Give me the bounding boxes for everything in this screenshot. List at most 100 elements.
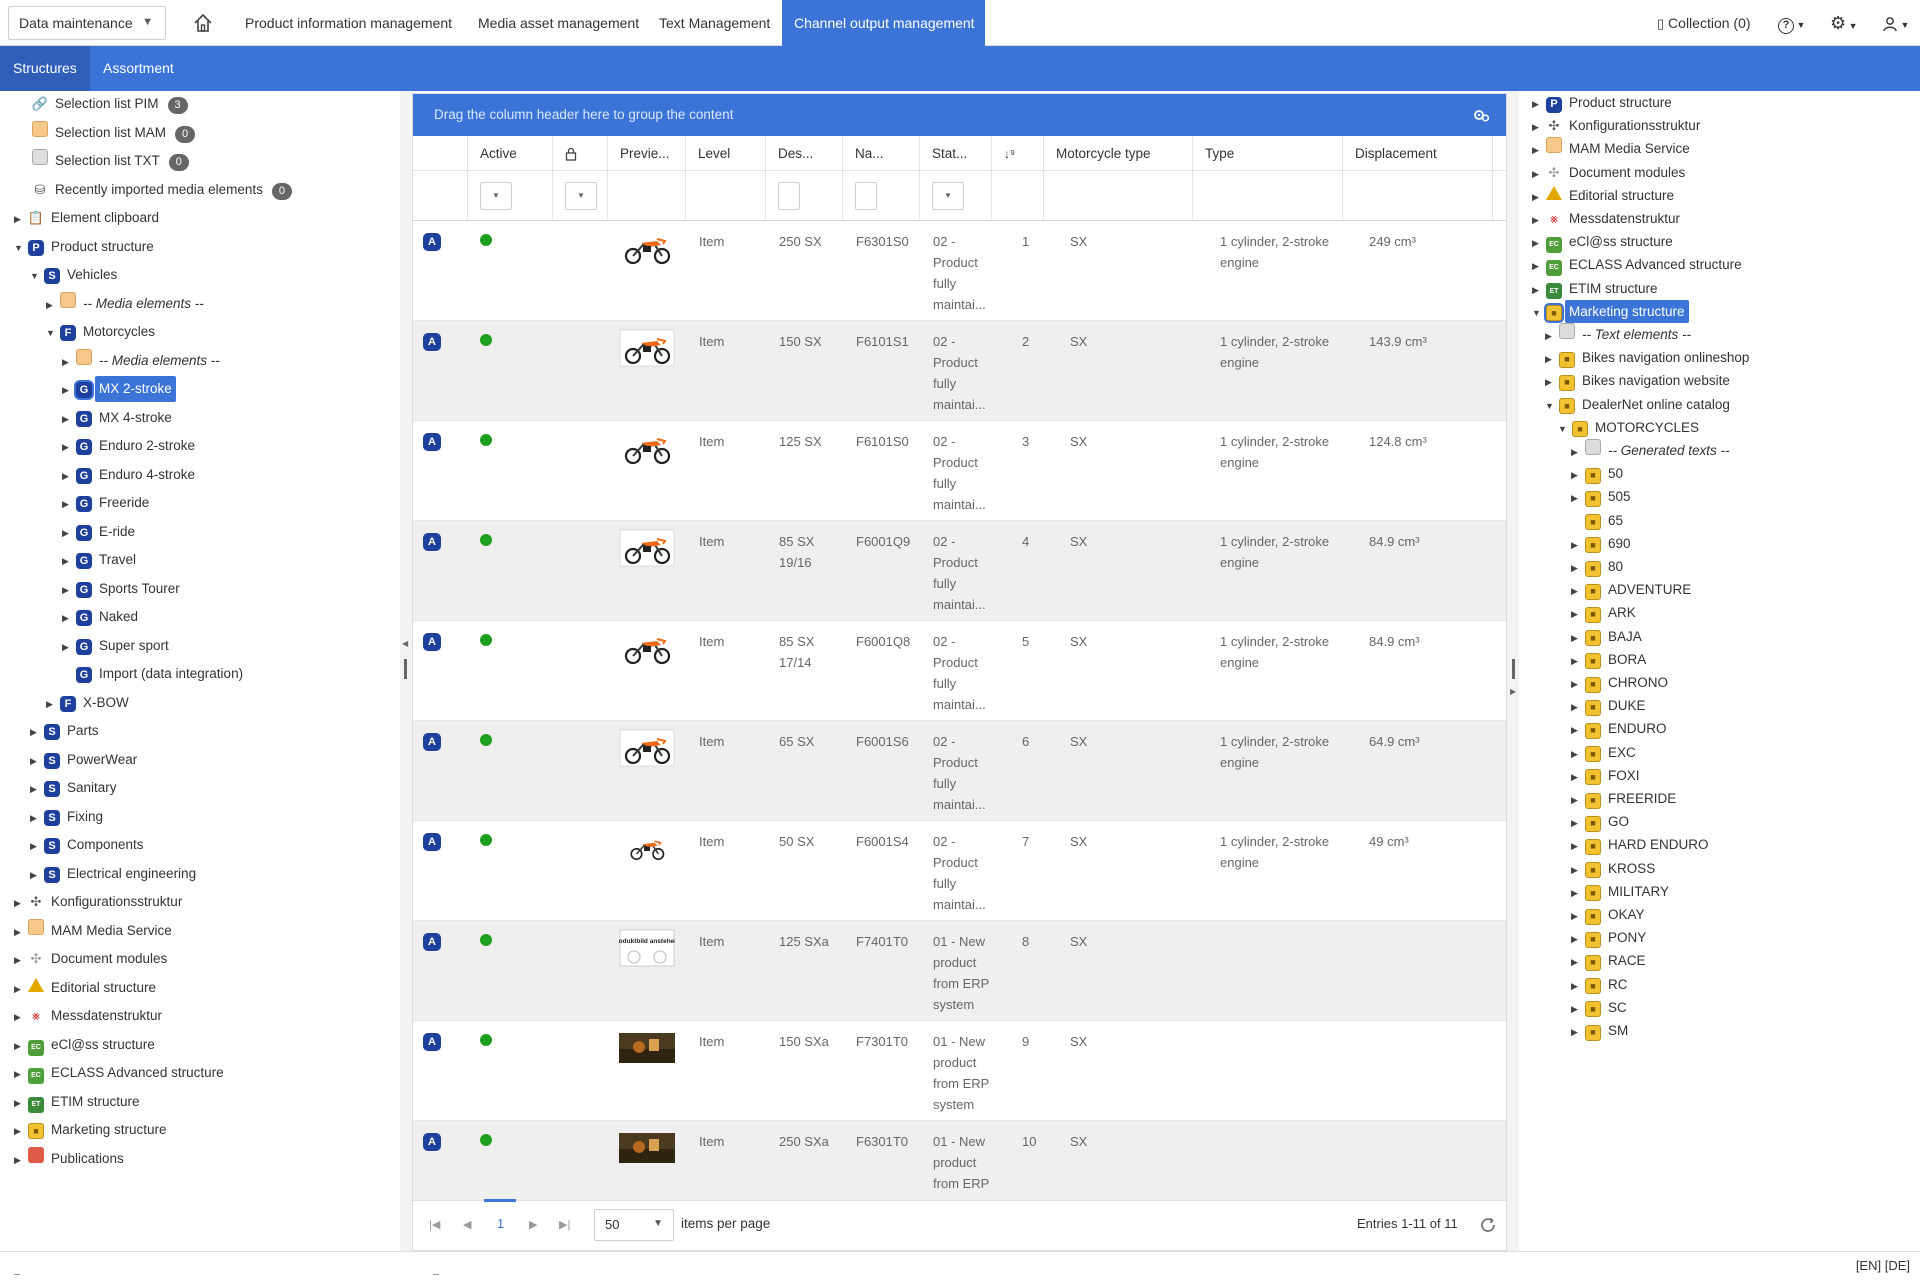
drag-handle-icon[interactable] — [404, 659, 407, 679]
tree-node-marketing-80[interactable]: ▶ ■ 80 — [1571, 555, 1627, 578]
expand-icon[interactable]: ▶ — [1571, 1021, 1585, 1044]
collection-button[interactable]: ▯ Collection (0) — [1657, 0, 1751, 46]
filter-name-input[interactable] — [855, 182, 877, 210]
tree-node-mam-media[interactable]: ▶ MAM Media Service — [1532, 137, 1694, 160]
expand-icon[interactable]: ▶ — [46, 691, 60, 717]
expand-icon[interactable]: ▶ — [1571, 534, 1585, 557]
expand-icon[interactable]: ▶ — [1545, 325, 1559, 348]
expand-icon[interactable]: ▶ — [14, 890, 28, 916]
tree-node-travel[interactable]: ▶ G Travel — [62, 547, 140, 573]
tree-node-marketing-freeride[interactable]: ▶ ■ FREERIDE — [1571, 787, 1680, 810]
expand-icon[interactable]: ▶ — [14, 1147, 28, 1173]
grid-settings-icon[interactable] — [1472, 107, 1490, 123]
tree-node-electrical[interactable]: ▶ S Electrical engineering — [30, 861, 200, 887]
expand-icon[interactable]: ▶ — [30, 719, 44, 745]
tree-node-messdaten[interactable]: ▶ ⨳ Messdatenstruktur — [1532, 207, 1684, 230]
tree-node-motorcycles[interactable]: ▼ ■ MOTORCYCLES — [1558, 416, 1703, 439]
header-preview[interactable]: Previe... — [608, 136, 686, 171]
expand-icon[interactable]: ▶ — [1545, 371, 1559, 394]
tree-node-marketing-sm[interactable]: ▶ ■ SM — [1571, 1019, 1632, 1042]
tree-node-naked[interactable]: ▶ G Naked — [62, 604, 142, 630]
product-thumbnail[interactable] — [619, 1029, 675, 1067]
table-row[interactable]: A Item 85 SX 19/16 F6001Q9 02 - Product full… — [413, 521, 1506, 621]
tree-node-import[interactable]: G Import (data integration) — [76, 661, 247, 687]
filter-status-dropdown[interactable]: ▼ — [932, 182, 964, 210]
expand-icon[interactable]: ▶ — [1532, 116, 1546, 139]
expand-icon[interactable]: ▶ — [14, 919, 28, 945]
collapse-icon[interactable]: ▼ — [14, 235, 28, 261]
header-motorcycle-type[interactable]: Motorcycle type — [1044, 136, 1193, 171]
tree-node-clipboard[interactable]: ▶ 📋 Element clipboard — [14, 205, 163, 231]
expand-icon[interactable]: ▶ — [62, 520, 76, 546]
filter-active-dropdown[interactable]: ▼ — [480, 182, 512, 210]
expand-icon[interactable]: ▶ — [1571, 487, 1585, 510]
tree-node-generated-texts[interactable]: ▶ -- Generated texts -- — [1571, 439, 1734, 462]
expand-icon[interactable]: ▶ — [14, 1033, 28, 1059]
tree-node-konfiguration[interactable]: ▶ ✣ Konfigurationsstruktur — [1532, 114, 1704, 137]
tree-node-selection-mam[interactable]: Selection list MAM 0 — [32, 120, 196, 146]
tree-node-bikes-onlineshop[interactable]: ▶ ■ Bikes navigation onlineshop — [1545, 346, 1753, 369]
expand-icon[interactable]: ▶ — [1571, 580, 1585, 603]
product-thumbnail[interactable] — [619, 429, 675, 467]
product-thumbnail[interactable] — [619, 529, 675, 567]
expand-icon[interactable]: ▶ — [1571, 743, 1585, 766]
tab-assortment[interactable]: Assortment — [90, 46, 187, 91]
left-splitter[interactable]: ◀ — [400, 91, 412, 1251]
tree-node-marketing-kross[interactable]: ▶ ■ KROSS — [1571, 857, 1659, 880]
tree-node-marketing-adventure[interactable]: ▶ ■ ADVENTURE — [1571, 578, 1695, 601]
first-page-icon[interactable]: |◀ — [429, 1218, 440, 1231]
tree-node-marketing-sc[interactable]: ▶ ■ SC — [1571, 996, 1631, 1019]
tree-node-vehicles[interactable]: ▼ S Vehicles — [30, 262, 121, 288]
nav-tab-pim[interactable]: Product information management — [233, 0, 464, 46]
tree-node-marketing-chrono[interactable]: ▶ ■ CHRONO — [1571, 671, 1672, 694]
expand-icon[interactable]: ▶ — [1571, 557, 1585, 580]
collapse-icon[interactable]: ▼ — [1558, 418, 1572, 441]
expand-icon[interactable]: ▶ — [30, 862, 44, 888]
tree-node-enduro-2-stroke[interactable]: ▶ G Enduro 2-stroke — [62, 433, 199, 459]
expand-icon[interactable]: ▶ — [1532, 232, 1546, 255]
product-thumbnail[interactable]: Produktbild anstehend — [619, 929, 675, 967]
tree-node-marketing-690[interactable]: ▶ ■ 690 — [1571, 532, 1635, 555]
last-page-icon[interactable]: ▶| — [559, 1218, 570, 1231]
tree-node-media-elements[interactable]: ▶ -- Media elements -- — [46, 291, 208, 317]
product-thumbnail[interactable] — [619, 629, 675, 667]
table-row[interactable]: A Item 250 SX F6301S0 02 - Product fully mai… — [413, 221, 1506, 321]
expand-icon[interactable]: ▶ — [30, 833, 44, 859]
header-lock[interactable] — [553, 136, 608, 171]
expand-icon[interactable]: ▶ — [14, 206, 28, 232]
expand-icon[interactable]: ▶ — [1532, 163, 1546, 186]
tree-node-etim[interactable]: ▶ ET ETIM structure — [14, 1089, 144, 1115]
expand-icon[interactable]: ▶ — [30, 805, 44, 831]
tree-node-etim[interactable]: ▶ ET ETIM structure — [1532, 277, 1662, 300]
tree-node-marketing-bora[interactable]: ▶ ■ BORA — [1571, 648, 1650, 671]
settings-menu[interactable]: ⚙ ▼ — [1830, 0, 1858, 46]
prev-page-icon[interactable]: ◀ — [463, 1218, 471, 1231]
tree-node-sports-tourer[interactable]: ▶ G Sports Tourer — [62, 576, 184, 602]
expand-icon[interactable]: ▶ — [30, 776, 44, 802]
tree-node-marketing-65[interactable]: ■ 65 — [1571, 509, 1627, 532]
expand-icon[interactable]: ▶ — [62, 377, 76, 403]
header-sort[interactable]: ↓⁹ — [992, 136, 1044, 171]
expand-icon[interactable]: ▶ — [1571, 603, 1585, 626]
tree-node-marketing-50[interactable]: ▶ ■ 50 — [1571, 462, 1627, 485]
tree-node-marketing[interactable]: ▶ ■ Marketing structure — [14, 1117, 171, 1143]
next-page-icon[interactable]: ▶ — [529, 1218, 537, 1231]
collapse-icon[interactable]: ▼ — [30, 263, 44, 289]
expand-icon[interactable]: ▶ — [1532, 209, 1546, 232]
tree-node-eclass[interactable]: ▶ EC eCl@ss structure — [14, 1032, 159, 1058]
tree-node-marketing-pony[interactable]: ▶ ■ PONY — [1571, 926, 1650, 949]
tree-node-mam-media[interactable]: ▶ MAM Media Service — [14, 918, 176, 944]
expand-icon[interactable]: ▶ — [62, 434, 76, 460]
product-thumbnail[interactable] — [619, 329, 675, 367]
tree-node-text-elements[interactable]: ▶ -- Text elements -- — [1545, 323, 1695, 346]
expand-icon[interactable]: ▶ — [1571, 975, 1585, 998]
tree-node-marketing-military[interactable]: ▶ ■ MILITARY — [1571, 880, 1673, 903]
expand-icon[interactable]: ▶ — [14, 1004, 28, 1030]
expand-icon[interactable]: ▶ — [1571, 789, 1585, 812]
table-row[interactable]: A Item 150 SX F6101S1 02 - Product fully mai… — [413, 321, 1506, 421]
table-row[interactable]: A Item 85 SX 17/14 F6001Q8 02 - Product full… — [413, 621, 1506, 721]
expand-icon[interactable]: ▶ — [1571, 882, 1585, 905]
header-type[interactable]: Type — [1193, 136, 1343, 171]
tree-node-sanitary[interactable]: ▶ S Sanitary — [30, 775, 121, 801]
expand-icon[interactable]: ▶ — [62, 605, 76, 631]
